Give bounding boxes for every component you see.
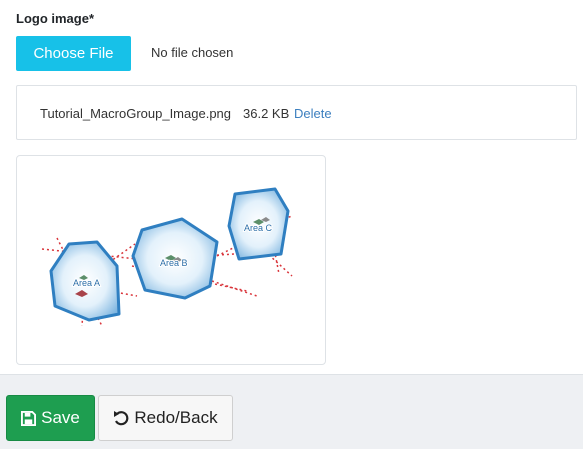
save-button[interactable]: Save bbox=[6, 395, 95, 441]
area-b-label: Area B bbox=[160, 258, 188, 268]
file-size: 36.2 KB bbox=[243, 106, 290, 121]
redo-back-button[interactable]: Redo/Back bbox=[98, 395, 233, 441]
redo-back-button-label: Redo/Back bbox=[134, 408, 218, 427]
logo-upload-card: Logo image* Choose File No file chosen T… bbox=[0, 0, 583, 375]
area-c-label: Area C bbox=[244, 223, 273, 233]
choose-file-button[interactable]: Choose File bbox=[16, 36, 131, 71]
logo-preview-image: Area A Area B Area C bbox=[16, 155, 326, 365]
macro-group-map-graphic: Area A Area B Area C bbox=[41, 187, 293, 327]
file-name: Tutorial_MacroGroup_Image.png bbox=[40, 106, 232, 121]
no-file-chosen-text: No file chosen bbox=[151, 45, 234, 60]
undo-arrow-icon bbox=[113, 410, 129, 426]
delete-file-link[interactable]: Delete bbox=[294, 106, 332, 121]
area-a-label: Area A bbox=[73, 278, 100, 288]
save-button-label: Save bbox=[41, 408, 80, 427]
logo-image-label: Logo image* bbox=[16, 11, 95, 26]
floppy-disk-icon bbox=[21, 410, 37, 426]
uploaded-file-row: Tutorial_MacroGroup_Image.png 36.2 KB De… bbox=[16, 85, 577, 140]
